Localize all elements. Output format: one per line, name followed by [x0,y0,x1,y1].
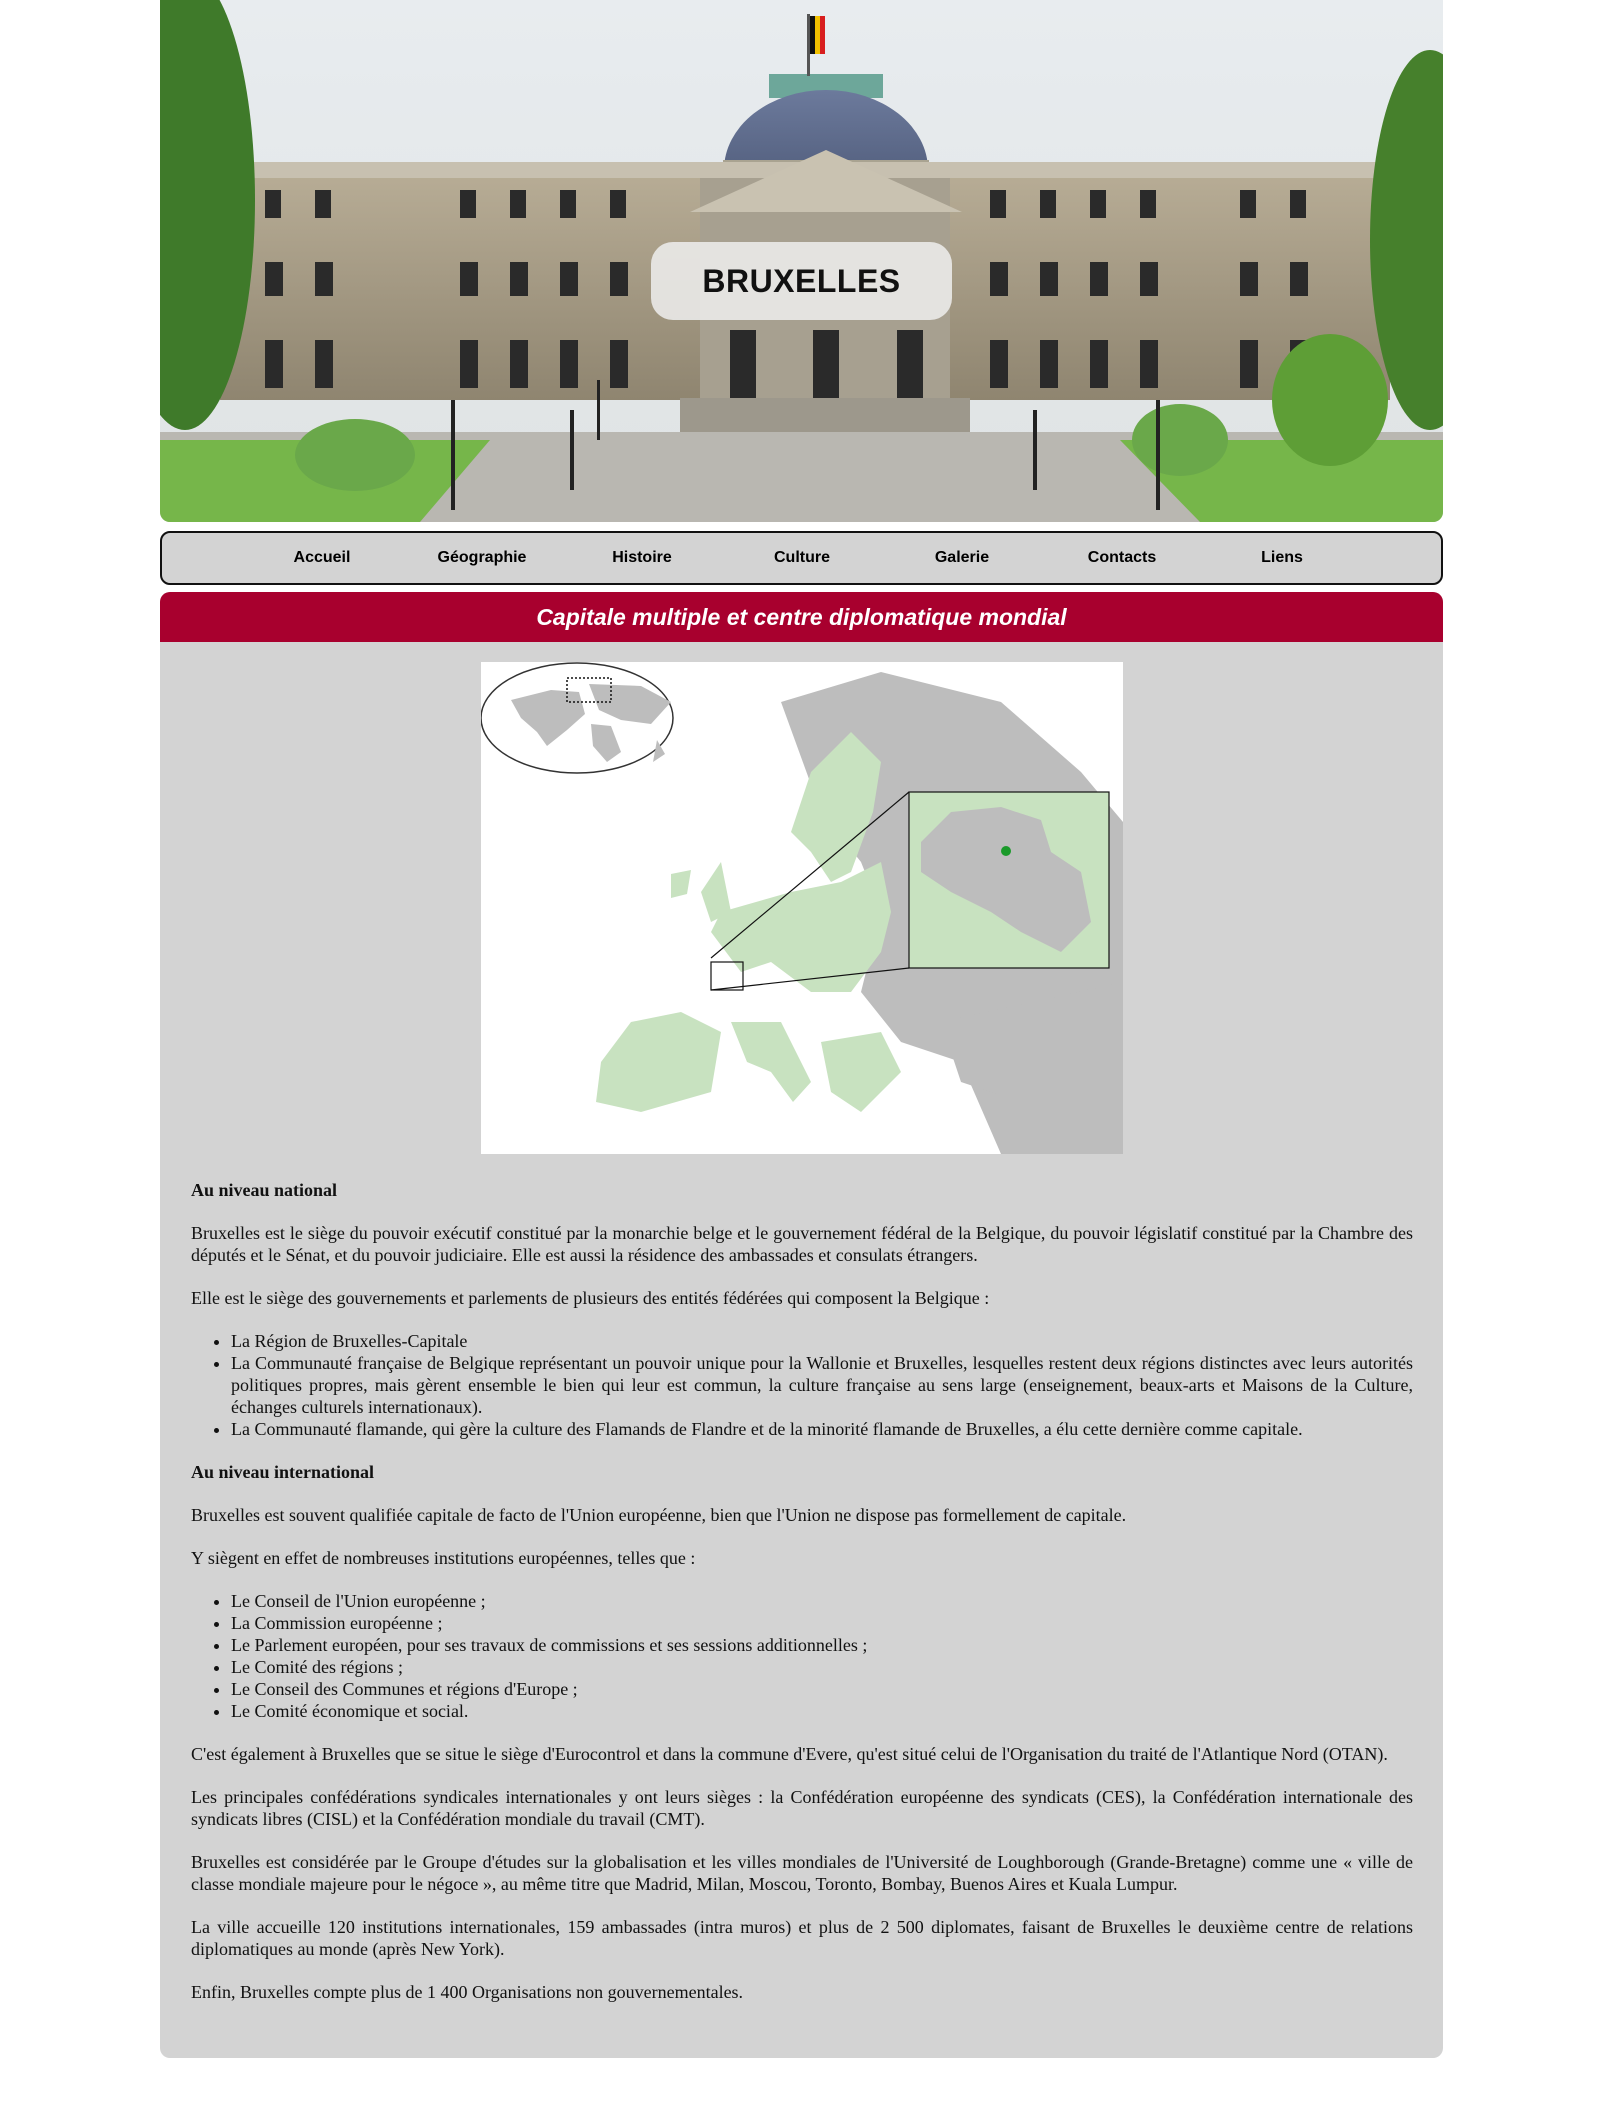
site-title: BRUXELLES [702,262,901,299]
national-heading: Au niveau national [191,1180,338,1200]
national-paragraph-1: Bruxelles est le siège du pouvoir exécut… [191,1223,1413,1265]
list-item: Le Parlement européen, pour ses travaux … [231,1634,1413,1656]
national-paragraph-2: Elle est le siège des gouvernements et p… [191,1288,990,1308]
list-item: Le Conseil de l'Union européenne ; [231,1590,1413,1612]
list-item: La Communauté française de Belgique repr… [231,1352,1413,1418]
main-nav: Accueil Géographie Histoire Culture Gale… [160,531,1443,585]
brussels-marker [1000,846,1011,856]
international-paragraph-3: C'est également à Bruxelles que se situe… [191,1744,1388,1764]
international-paragraph-4: Les principales confédérations syndicale… [191,1787,1413,1829]
list-item: La Commission européenne ; [231,1612,1413,1634]
article-body: Au niveau national Bruxelles est le sièg… [160,1154,1443,2003]
page-wrapper: BRUXELLES Accueil Géographie Histoire Cu… [160,0,1443,2058]
section-heading-bar: Capitale multiple et centre diplomatique… [160,592,1443,642]
international-paragraph-1: Bruxelles est souvent qualifiée capitale… [191,1505,1127,1525]
international-paragraph-5: Bruxelles est considérée par le Groupe d… [191,1852,1413,1894]
nav-item-galerie[interactable]: Galerie [882,549,1042,567]
brussels-location-map-image [480,662,1123,1154]
international-paragraph-2: Y siègent en effet de nombreuses institu… [191,1548,696,1568]
nav-item-contacts[interactable]: Contacts [1042,549,1202,567]
eu-institutions-list: Le Conseil de l'Union européenne ; La Co… [231,1590,1413,1722]
list-item: Le Comité des régions ; [231,1656,1413,1678]
international-paragraph-6: La ville accueille 120 institutions inte… [191,1917,1413,1959]
nav-item-geographie[interactable]: Géographie [402,549,562,567]
nav-item-liens[interactable]: Liens [1202,549,1362,567]
list-item: Le Comité économique et social. [231,1700,1413,1722]
header-banner: BRUXELLES [160,0,1443,522]
nav-item-culture[interactable]: Culture [722,549,882,567]
europe-location-map [480,662,1123,1154]
nav-item-histoire[interactable]: Histoire [562,549,722,567]
list-item: La Région de Bruxelles-Capitale [231,1330,1413,1352]
nav-item-accueil[interactable]: Accueil [242,549,402,567]
section-heading: Capitale multiple et centre diplomatique… [536,603,1067,630]
content-panel: Capitale multiple et centre diplomatique… [160,592,1443,2058]
list-item: La Communauté flamande, qui gère la cult… [231,1418,1413,1440]
international-heading: Au niveau international [191,1462,375,1482]
list-item: Le Conseil des Communes et régions d'Eur… [231,1678,1413,1700]
national-entities-list: La Région de Bruxelles-Capitale La Commu… [231,1330,1413,1440]
site-title-box: BRUXELLES [651,242,952,320]
international-paragraph-7: Enfin, Bruxelles compte plus de 1 400 Or… [191,1982,744,2002]
